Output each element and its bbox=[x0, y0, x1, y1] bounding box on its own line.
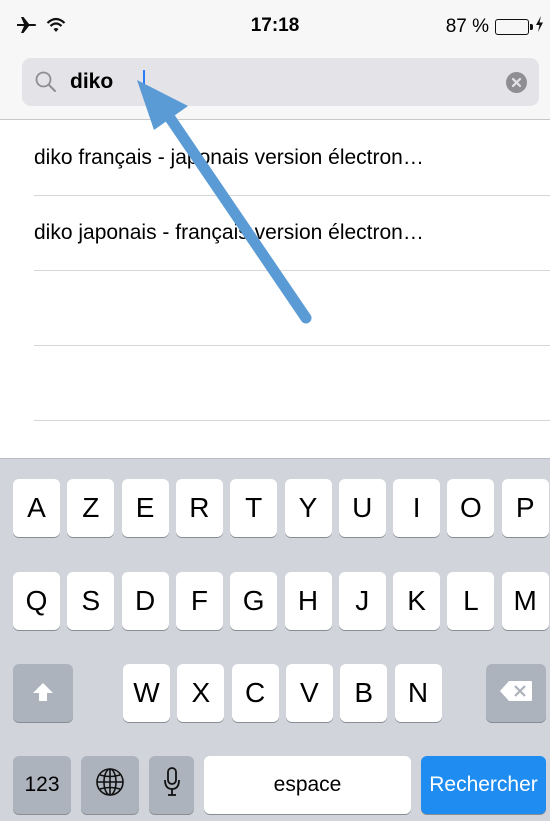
key-d[interactable]: D bbox=[121, 572, 169, 630]
globe-key[interactable] bbox=[81, 756, 139, 814]
suggestion-label: diko français - japonais version électro… bbox=[34, 146, 424, 169]
key-n[interactable]: N bbox=[394, 664, 442, 722]
text-caret bbox=[143, 70, 145, 95]
clear-icon[interactable] bbox=[506, 72, 527, 93]
backspace-key[interactable] bbox=[486, 664, 546, 722]
key-k[interactable]: K bbox=[393, 572, 441, 630]
magnifier-icon bbox=[34, 70, 58, 99]
key-q[interactable]: Q bbox=[13, 572, 60, 630]
key-g[interactable]: G bbox=[230, 572, 278, 630]
key-m[interactable]: M bbox=[501, 572, 549, 630]
suggestion-list: diko français - japonais version électro… bbox=[0, 121, 550, 421]
search-input[interactable] bbox=[70, 66, 470, 98]
suggestion-item-empty bbox=[34, 346, 550, 421]
suggestion-item[interactable]: diko japonais - français version électro… bbox=[34, 196, 550, 271]
key-v[interactable]: V bbox=[285, 664, 333, 722]
key-y[interactable]: Y bbox=[284, 479, 332, 537]
search-key[interactable]: Rechercher bbox=[421, 756, 546, 814]
keyboard: AZERTYUIOP QSDFGHJKLM WXCVBN 123 espace … bbox=[0, 458, 550, 821]
backspace-icon bbox=[499, 677, 533, 709]
key-f[interactable]: F bbox=[175, 572, 223, 630]
shift-icon bbox=[32, 677, 54, 709]
key-i[interactable]: I bbox=[393, 479, 441, 537]
key-z[interactable]: Z bbox=[67, 479, 115, 537]
battery-icon bbox=[495, 19, 533, 35]
status-right: 87 % bbox=[446, 14, 544, 40]
search-bar[interactable] bbox=[22, 58, 539, 106]
key-b[interactable]: B bbox=[340, 664, 388, 722]
key-s[interactable]: S bbox=[67, 572, 115, 630]
suggestion-label: diko japonais - français version électro… bbox=[34, 221, 424, 244]
key-a[interactable]: A bbox=[13, 479, 60, 537]
key-j[interactable]: J bbox=[338, 572, 386, 630]
key-c[interactable]: C bbox=[231, 664, 279, 722]
key-e[interactable]: E bbox=[121, 479, 169, 537]
microphone-icon bbox=[163, 766, 181, 805]
key-l[interactable]: L bbox=[447, 572, 495, 630]
shift-key[interactable] bbox=[13, 664, 73, 722]
key-t[interactable]: T bbox=[230, 479, 278, 537]
numbers-key[interactable]: 123 bbox=[13, 756, 71, 814]
key-o[interactable]: O bbox=[447, 479, 495, 537]
dictation-key[interactable] bbox=[149, 756, 194, 814]
key-u[interactable]: U bbox=[338, 479, 386, 537]
suggestion-item-empty bbox=[34, 271, 550, 346]
globe-icon bbox=[94, 766, 126, 805]
key-h[interactable]: H bbox=[284, 572, 332, 630]
battery-percent: 87 % bbox=[445, 16, 489, 37]
space-key[interactable]: espace bbox=[204, 756, 411, 814]
key-p[interactable]: P bbox=[501, 479, 549, 537]
key-w[interactable]: W bbox=[123, 664, 170, 722]
key-x[interactable]: X bbox=[177, 664, 225, 722]
charging-bolt-icon bbox=[535, 16, 544, 38]
suggestion-item[interactable]: diko français - japonais version électro… bbox=[34, 121, 550, 196]
header: 17:18 87 % bbox=[0, 0, 550, 120]
key-r[interactable]: R bbox=[175, 479, 223, 537]
status-bar: 17:18 87 % bbox=[0, 0, 550, 52]
